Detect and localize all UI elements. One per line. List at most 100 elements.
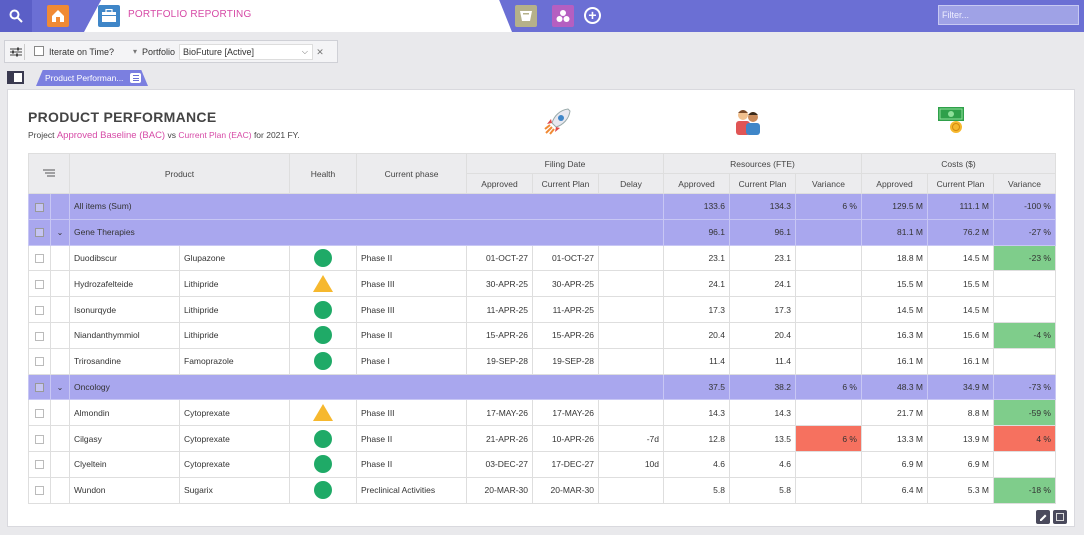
res-current: 38.2 (729, 373, 796, 401)
header-delay[interactable]: Delay (598, 173, 664, 194)
table-row[interactable]: Trirosandine Famoprazole Phase I 19-SEP-28 1… (28, 347, 1056, 375)
res-approved: 23.1 (663, 244, 730, 272)
filing-current: 11-APR-25 (532, 296, 599, 323)
filing-current: 19-SEP-28 (532, 347, 599, 375)
table-row[interactable]: Duodibscur Glupazone Phase II 01-OCT-27 01-O… (28, 244, 1056, 272)
res-current: 24.1 (729, 270, 796, 298)
row-checkbox[interactable] (35, 460, 44, 470)
hub-icon[interactable] (552, 5, 574, 27)
product-name: Sugarix (179, 476, 290, 504)
header-phase[interactable]: Current phase (356, 153, 467, 194)
row-checkbox[interactable] (35, 254, 44, 264)
box-icon[interactable] (515, 5, 537, 27)
table-row[interactable]: Almondin Cytoprexate Phase III 17-MAY-26 17-… (28, 399, 1056, 427)
search-icon[interactable] (0, 0, 32, 32)
settings-sliders-icon[interactable] (8, 44, 25, 60)
portfolio-value: BioFuture [Active] (183, 47, 255, 57)
delay-cell (598, 321, 664, 349)
health-good-icon (314, 300, 332, 319)
plus-icon[interactable]: + (584, 7, 601, 24)
row-checkbox[interactable] (35, 202, 44, 212)
cost-approved: 6.9 M (861, 450, 928, 478)
row-checkbox[interactable] (35, 357, 44, 367)
row-checkbox-cell (28, 425, 51, 452)
edit-icon[interactable] (1036, 510, 1050, 524)
chevron-down-icon[interactable]: ⌄ (57, 228, 64, 237)
filter-input[interactable] (938, 5, 1079, 25)
header-cost-approved[interactable]: Approved (861, 173, 928, 194)
delay-cell (598, 270, 664, 298)
product-name: Famoprazole (179, 347, 290, 375)
row-checkbox[interactable] (35, 305, 44, 315)
header-cost-variance[interactable]: Variance (993, 173, 1056, 194)
expand-cell (50, 425, 70, 452)
chevron-down-icon: ▾ (133, 47, 138, 56)
tab-menu-icon[interactable] (130, 73, 141, 83)
row-checkbox[interactable] (35, 434, 44, 444)
row-checkbox[interactable] (35, 383, 44, 393)
health-cell (289, 476, 357, 504)
health-good-icon (314, 352, 332, 371)
res-approved: 37.5 (663, 373, 730, 401)
cost-current: 13.9 M (927, 425, 994, 452)
baseline-label: Approved Baseline (BAC) (56, 130, 166, 141)
item-name: Cilgasy (69, 425, 180, 452)
res-variance (795, 218, 862, 246)
header-cost-current[interactable]: Current Plan (927, 173, 994, 194)
row-checkbox[interactable] (35, 279, 44, 289)
chevron-down-icon[interactable]: ⌄ (57, 383, 64, 392)
header-res-variance[interactable]: Variance (795, 173, 862, 194)
table-row[interactable]: Isonurqyde Lithipride Phase III 11-APR-25 11… (28, 296, 1056, 323)
table-row[interactable]: Hydrozafelteide Lithipride Phase III 30-APR… (28, 270, 1056, 298)
filing-approved: 20-MAR-30 (466, 476, 533, 504)
group-row[interactable]: ⌄ Gene Therapies 96.1 96.1 81.1 M 76.2 M -27 % (28, 218, 1056, 246)
res-approved: 133.6 (663, 193, 730, 220)
sum-row[interactable]: All items (Sum) 133.6 134.3 6 % 129.5 M 111.1… (28, 193, 1056, 220)
header-health[interactable]: Health (289, 153, 357, 194)
cost-current: 76.2 M (927, 218, 994, 246)
product-name: Lithipride (179, 270, 290, 298)
row-checkbox[interactable] (35, 408, 44, 418)
cost-variance: -18 % (993, 476, 1056, 504)
res-variance (795, 296, 862, 323)
clear-icon[interactable]: ✕ (314, 46, 326, 58)
table-row[interactable]: Clyeltein Cytoprexate Phase II 03-DEC-27 17-… (28, 450, 1056, 478)
res-approved: 20.4 (663, 321, 730, 349)
row-checkbox[interactable] (35, 331, 44, 341)
sidebar-toggle-icon[interactable] (7, 71, 24, 84)
header-filing-current[interactable]: Current Plan (532, 173, 599, 194)
header-res-approved[interactable]: Approved (663, 173, 730, 194)
row-checkbox-cell (28, 347, 51, 375)
table-row[interactable]: Wundon Sugarix Preclinical Activities 20-MA… (28, 476, 1056, 504)
row-checkbox[interactable] (35, 486, 44, 496)
filing-current: 01-OCT-27 (532, 244, 599, 272)
res-current: 134.3 (729, 193, 796, 220)
column-options-icon[interactable] (28, 153, 70, 194)
row-checkbox[interactable] (35, 228, 44, 238)
table-row[interactable]: Cilgasy Cytoprexate Phase II 21-APR-26 10-AP… (28, 425, 1056, 452)
filing-current: 30-APR-25 (532, 270, 599, 298)
chevron-down-icon: ⌵ (301, 47, 308, 56)
cost-variance (993, 296, 1056, 323)
money-icon (938, 107, 964, 133)
header-filing-approved[interactable]: Approved (466, 173, 533, 194)
table-icon[interactable] (1053, 510, 1067, 524)
group-name: Oncology (69, 373, 664, 401)
header-res-current[interactable]: Current Plan (729, 173, 796, 194)
cost-approved: 129.5 M (861, 193, 928, 220)
health-cell (289, 244, 357, 272)
row-checkbox-cell (28, 476, 51, 504)
row-checkbox-cell (28, 193, 51, 220)
res-approved: 96.1 (663, 218, 730, 246)
res-variance (795, 347, 862, 375)
home-icon[interactable] (47, 5, 69, 27)
header-product[interactable]: Product (69, 153, 290, 194)
phase-cell: Phase III (356, 270, 467, 298)
cost-variance: 4 % (993, 425, 1056, 452)
iterate-checkbox[interactable] (34, 46, 44, 56)
res-approved: 5.8 (663, 476, 730, 504)
group-row[interactable]: ⌄ Oncology 37.5 38.2 6 % 48.3 M 34.9 M -73 % (28, 373, 1056, 401)
portfolio-select[interactable]: BioFuture [Active] ⌵ (179, 44, 313, 60)
health-good-icon (314, 429, 332, 448)
table-row[interactable]: Niandanthymmiol Lithipride Phase II 15-APR-… (28, 321, 1056, 349)
